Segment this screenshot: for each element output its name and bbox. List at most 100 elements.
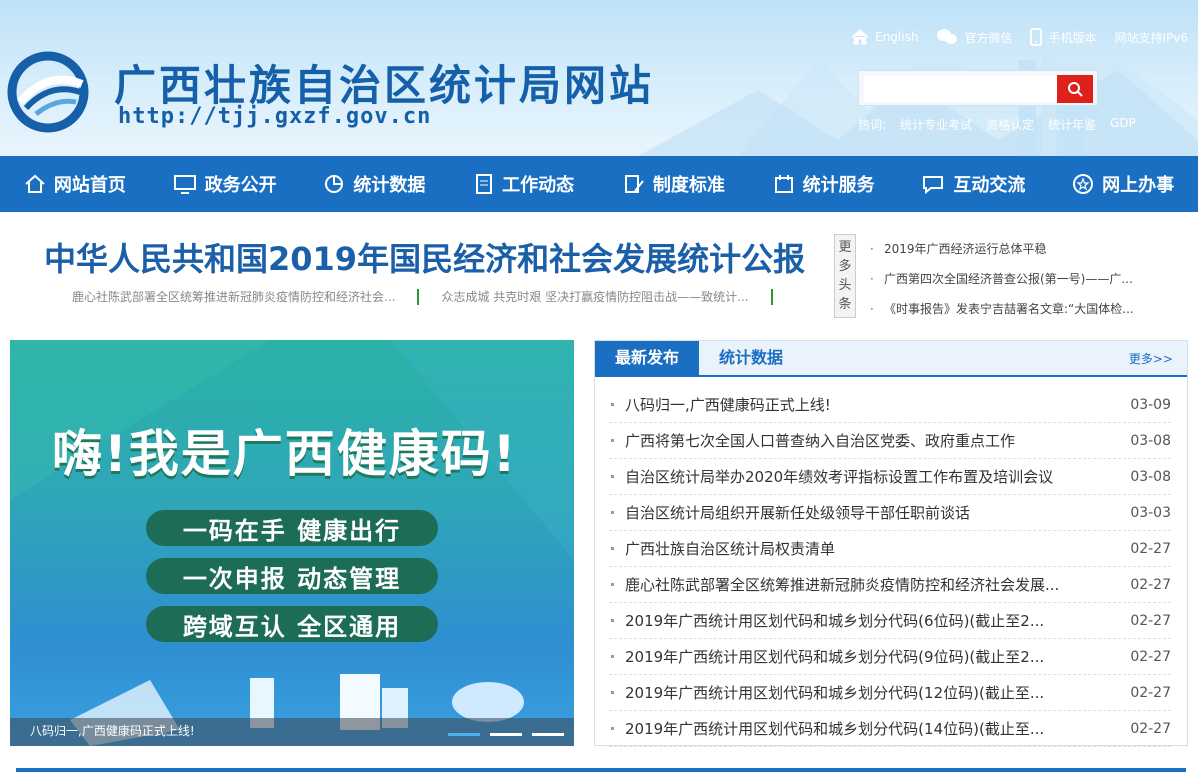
wechat-link-label: 官方微信 — [964, 30, 1013, 45]
news-date: 02-27 — [1130, 576, 1171, 593]
nav-item-standards[interactable]: 制度标准 — [599, 156, 749, 212]
news-date: 02-27 — [1130, 648, 1171, 665]
nav-item-home[interactable]: 网站首页 — [0, 156, 150, 212]
tab-statistics[interactable]: 统计数据 — [699, 341, 803, 375]
search-button[interactable] — [1057, 75, 1093, 103]
news-tabs: 最新发布 统计数据 更多>> — [595, 341, 1187, 377]
carousel-dot[interactable] — [532, 733, 564, 736]
more-headlines-button[interactable]: 更 多 头 条 — [834, 234, 856, 318]
search-icon — [1068, 82, 1083, 97]
list-item[interactable]: 2019年广西统计用区划代码和城乡划分代码(6位码)(截止至2... 02-27 — [609, 603, 1171, 639]
hot-word-link[interactable]: 统计年鉴 — [1048, 116, 1096, 133]
list-item[interactable]: 广西第四次全国经济普查公报(第一号)——广... — [868, 266, 1168, 296]
hot-words-label: 热词: — [858, 118, 887, 132]
site-url: http://tjj.gxzf.gov.cn — [118, 104, 432, 129]
more-headlines-char: 多 — [838, 259, 852, 274]
edit-icon — [624, 175, 644, 193]
news-title: 2019年广西统计用区划代码和城乡划分代码(9位码)(截止至2... — [625, 648, 1045, 666]
nav-item-online-services[interactable]: 网上办事 — [1048, 156, 1198, 212]
headline-sub-link[interactable]: 鹿心社陈武部署全区统筹推进新冠肺炎疫情防控和经济社会... — [72, 288, 395, 305]
list-item[interactable]: 2019年广西统计用区划代码和城乡划分代码(9位码)(截止至2... 02-27 — [609, 639, 1171, 675]
more-headlines-list: 2019年广西经济运行总体平稳 广西第四次全国经济普查公报(第一号)——广...… — [868, 236, 1168, 326]
list-item[interactable]: 自治区统计局举办2020年绩效考评指标设置工作布置及培训会议 03-08 — [609, 459, 1171, 495]
chat-icon — [923, 176, 944, 195]
news-title: 2019年广西统计用区划代码和城乡划分代码(12位码)(截止至... — [625, 684, 1045, 702]
list-item[interactable]: 2019年广西经济运行总体平稳 — [868, 236, 1168, 266]
list-item[interactable]: 2019年广西统计用区划代码和城乡划分代码(12位码)(截止至... 02-27 — [609, 675, 1171, 711]
carousel-pill: 一次申报 动态管理 — [146, 558, 438, 594]
hot-word-link[interactable]: GDP — [1110, 116, 1136, 133]
news-date: 02-27 — [1130, 684, 1171, 701]
news-title: 鹿心社陈武部署全区统筹推进新冠肺炎疫情防控和经济社会发展... — [625, 576, 1060, 594]
nav-item-work-news[interactable]: 工作动态 — [449, 156, 599, 212]
carousel-dots — [448, 733, 564, 736]
nav-item-government[interactable]: 政务公开 — [150, 156, 300, 212]
nav-item-label: 工作动态 — [502, 175, 575, 196]
list-item[interactable]: 广西壮族自治区统计局权责清单 02-27 — [609, 531, 1171, 567]
calendar-icon — [774, 175, 793, 193]
list-item[interactable]: 自治区统计局组织开展新任处级领导干部任职前谈话 03-03 — [609, 495, 1171, 531]
news-date: 03-03 — [1130, 504, 1171, 521]
ipv6-label: 网站支持IPv6 — [1114, 29, 1188, 46]
nav-item-services[interactable]: 统计服务 — [749, 156, 899, 212]
news-title: 2019年广西统计用区划代码和城乡划分代码(6位码)(截止至2... — [625, 612, 1045, 630]
hot-words: 热词: 统计专业考试 资格认定 统计年鉴 GDP — [858, 116, 1136, 133]
list-item[interactable]: 鹿心社陈武部署全区统筹推进新冠肺炎疫情防控和经济社会发展... 02-27 — [609, 567, 1171, 603]
headline-title[interactable]: 中华人民共和国2019年国民经济和社会发展统计公报 — [44, 234, 805, 280]
nav-item-label: 互动交流 — [953, 175, 1026, 196]
main-nav: 网站首页 政务公开 统计数据 工作动态 制度标准 统计服务 互动交流 网上办事 — [0, 156, 1198, 212]
carousel-slide-title: 嗨!我是广西健康码! — [52, 425, 518, 483]
news-title: 自治区统计局举办2020年绩效考评指标设置工作布置及培训会议 — [625, 468, 1054, 486]
more-headlines-char: 条 — [838, 297, 852, 312]
ipv6-label-text: 网站支持IPv6 — [1114, 30, 1188, 45]
carousel-pill: 一码在手 健康出行 — [146, 510, 438, 546]
nav-item-label: 网站首页 — [53, 175, 126, 196]
news-date: 03-08 — [1130, 468, 1171, 485]
nav-item-label: 网上办事 — [1102, 175, 1175, 196]
list-item[interactable]: 2019年广西统计用区划代码和城乡划分代码(14位码)(截止至... 02-27 — [609, 711, 1171, 747]
more-link[interactable]: 更多>> — [1129, 350, 1173, 367]
pie-chart-icon — [325, 175, 344, 193]
bottom-banner-edge — [16, 768, 1186, 772]
carousel-dot[interactable] — [490, 733, 522, 736]
english-link[interactable]: English — [851, 28, 918, 46]
home-icon — [25, 174, 45, 193]
news-panel: 最新发布 统计数据 更多>> 八码归一,广西健康码正式上线! 03-09 广西将第… — [594, 340, 1188, 747]
carousel-caption[interactable]: 八码归一,广西健康码正式上线! — [10, 718, 574, 746]
carousel-pill: 跨域互认 全区通用 — [146, 606, 438, 642]
wechat-icon — [937, 29, 958, 44]
mobile-link[interactable]: 手机版本 — [1030, 28, 1096, 46]
news-date: 02-27 — [1130, 540, 1171, 557]
tab-latest[interactable]: 最新发布 — [595, 341, 700, 375]
nav-item-interaction[interactable]: 互动交流 — [899, 156, 1049, 212]
mobile-link-label: 手机版本 — [1048, 30, 1097, 45]
hot-word-link[interactable]: 统计专业考试 — [900, 116, 972, 133]
headline-sub-link[interactable]: 众志成城 共克时艰 坚决打赢疫情防控阻击战——致统计... — [441, 288, 748, 305]
monitor-icon — [173, 175, 196, 194]
list-item[interactable]: 《时事报告》发表宁吉喆署名文章:“大国体检... — [868, 296, 1168, 326]
wechat-link[interactable]: 官方微信 — [936, 28, 1012, 46]
top-links: English 官方微信 手机版本 网站支持IPv6 — [851, 28, 1188, 46]
hot-word-link[interactable]: 资格认定 — [986, 116, 1034, 133]
list-item[interactable]: 八码归一,广西健康码正式上线! 03-09 — [609, 387, 1171, 423]
home-icon — [851, 29, 869, 45]
list-item[interactable]: 广西将第七次全国人口普查纳入自治区党委、政府重点工作 03-08 — [609, 423, 1171, 459]
star-icon — [1073, 174, 1094, 194]
news-date: 02-27 — [1130, 720, 1171, 737]
search-input[interactable] — [864, 76, 1058, 102]
more-headlines-char: 头 — [838, 278, 852, 293]
site-logo-icon[interactable] — [6, 50, 90, 134]
nav-item-label: 统计数据 — [353, 175, 426, 196]
divider — [770, 288, 773, 305]
news-title: 自治区统计局组织开展新任处级领导干部任职前谈话 — [625, 504, 971, 522]
nav-item-label: 制度标准 — [652, 175, 725, 196]
headline-sub-links: 鹿心社陈武部署全区统筹推进新冠肺炎疫情防控和经济社会... 众志成城 共克时艰 … — [72, 288, 773, 305]
news-title: 2019年广西统计用区划代码和城乡划分代码(14位码)(截止至... — [625, 720, 1045, 738]
nav-item-statistics[interactable]: 统计数据 — [300, 156, 450, 212]
news-title: 广西壮族自治区统计局权责清单 — [625, 540, 836, 558]
carousel-dot[interactable] — [448, 733, 480, 736]
image-carousel[interactable]: 嗨!我是广西健康码! 一码在手 健康出行 一次申报 动态管理 跨域互认 全区通用… — [10, 340, 574, 746]
news-date: 03-09 — [1130, 396, 1171, 413]
news-date: 02-27 — [1130, 612, 1171, 629]
more-headlines-char: 更 — [838, 240, 852, 255]
